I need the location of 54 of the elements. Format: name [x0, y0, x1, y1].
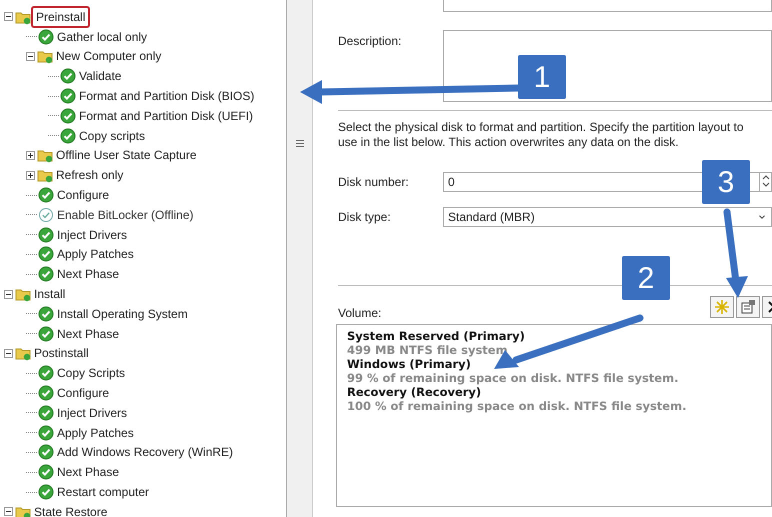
disk-type-label: Disk type:: [338, 209, 392, 226]
tree-item[interactable]: Inject Drivers: [54, 226, 130, 244]
tree-item[interactable]: Configure: [54, 384, 112, 402]
tree-item[interactable]: Install Operating System: [54, 304, 191, 323]
collapse-icon[interactable]: [4, 507, 13, 516]
tree-item[interactable]: Next Phase: [54, 265, 122, 284]
description-field[interactable]: [443, 30, 772, 102]
tree-item[interactable]: Inject Drivers: [54, 404, 130, 422]
tree-item[interactable]: Format and Partition Disk (UEFI): [76, 106, 256, 125]
tree-item[interactable]: Validate: [76, 67, 124, 86]
tree-item[interactable]: Restart computer: [54, 483, 152, 502]
volume-detail: 99 % of remaining space on disk. NTFS file system.: [347, 371, 680, 385]
name-field[interactable]: [443, 0, 772, 12]
callout-badge: 1: [518, 55, 566, 99]
spinner-icon[interactable]: [760, 172, 772, 192]
volume-title[interactable]: Windows (Primary): [347, 357, 761, 371]
tree-item[interactable]: Refresh only: [53, 166, 126, 184]
callout-badge: 2: [622, 256, 670, 300]
tree-item[interactable]: Enable BitLocker (Offline): [54, 206, 197, 224]
collapse-icon[interactable]: [26, 52, 35, 61]
collapse-icon[interactable]: [4, 348, 13, 358]
volume-detail: 100 % of remaining space on disk. NTFS file system.: [347, 399, 688, 413]
collapse-icon[interactable]: [4, 290, 13, 299]
volume-detail: 499 MB NTFS file system: [347, 343, 509, 357]
volume-label: Volume:: [338, 305, 382, 322]
expand-icon[interactable]: [26, 150, 35, 160]
collapse-icon[interactable]: [4, 12, 13, 22]
tree-item[interactable]: Apply Patches: [54, 424, 137, 442]
tree-item[interactable]: New Computer only: [53, 47, 164, 66]
callout-badge: 3: [702, 160, 750, 204]
disk-type-dropdown[interactable]: Standard (MBR): [443, 207, 772, 227]
description-label: Description:: [338, 33, 402, 50]
tree-item[interactable]: Configure: [54, 186, 112, 204]
tree-item[interactable]: Preinstall: [31, 6, 90, 28]
splitter-grip-icon[interactable]: [296, 140, 304, 147]
tree-item[interactable]: Postinstall: [31, 344, 92, 362]
tree-item[interactable]: Next Phase: [54, 463, 122, 482]
properties-icon[interactable]: [736, 296, 760, 318]
tree-item[interactable]: Add Windows Recovery (WinRE): [54, 443, 236, 462]
tree-item[interactable]: Apply Patches: [54, 245, 137, 264]
tree-item[interactable]: Gather local only: [54, 28, 150, 46]
tree-item[interactable]: State Restore: [31, 502, 110, 517]
tree-item[interactable]: Format and Partition Disk (BIOS): [76, 87, 258, 106]
disk-number-label: Disk number:: [338, 174, 410, 191]
volume-list[interactable]: System Reserved (Primary) 499 MB NTFS file system Windows (Primary) 99 % of remaining space on disk. NTFS file system. Recovery (Recovery) 100 % of remaining space on disk. NTFS file system.: [336, 324, 772, 507]
tree-item[interactable]: Install: [31, 285, 68, 304]
volume-title[interactable]: System Reserved (Primary): [347, 329, 761, 343]
tree-item[interactable]: Copy scripts: [76, 126, 148, 145]
volume-title[interactable]: Recovery (Recovery): [347, 385, 761, 399]
instructions-text: Select the physical disk to format and partition. Specify the partition layout to use in the list below. This action overwrites any data on the disk.: [338, 120, 745, 150]
tree-item[interactable]: Next Phase: [54, 324, 122, 343]
tree-item[interactable]: Offline User State Capture: [53, 146, 200, 164]
tree-item[interactable]: Copy Scripts: [54, 364, 128, 382]
expand-icon[interactable]: [26, 170, 35, 180]
